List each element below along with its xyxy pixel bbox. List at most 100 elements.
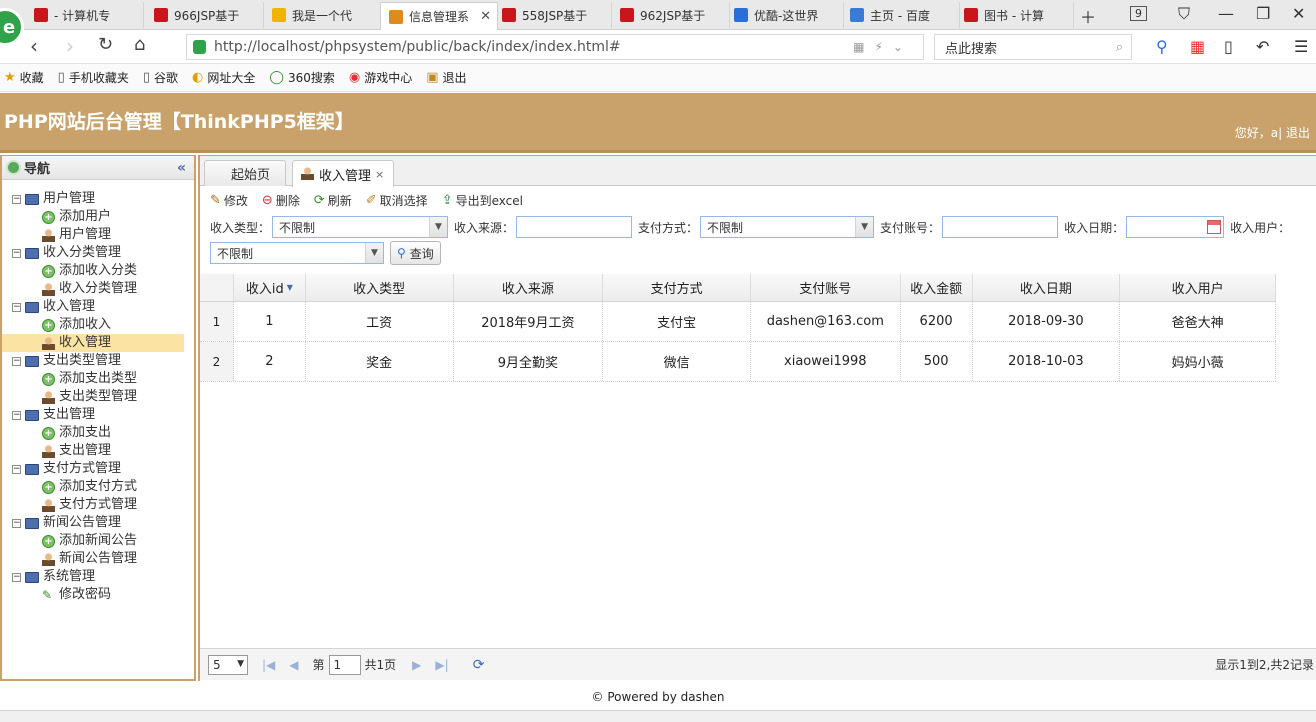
bookmark-item[interactable]: ▣ 退出 <box>426 69 466 86</box>
refresh-button[interactable]: ⟳ 刷新 <box>314 192 352 209</box>
browser-tab[interactable]: 我是一个代 <box>264 2 382 28</box>
tab-home[interactable]: 起始页 <box>204 160 286 186</box>
income-type-select[interactable]: 不限制 ▼ <box>272 216 449 238</box>
table-row[interactable]: 2 2 奖金 9月全勤奖 微信 xiaowei1998 500 2018-10-03 妈妈小薇 <box>200 342 1276 382</box>
income-date-input[interactable] <box>1126 216 1225 238</box>
income-source-input[interactable] <box>516 216 633 238</box>
tree-toggle-icon[interactable]: − <box>12 356 21 366</box>
column-header[interactable]: 收入类型 <box>306 274 454 301</box>
delete-button[interactable]: ⊖ 删除 <box>262 192 300 209</box>
forward-icon[interactable]: › <box>66 34 74 58</box>
nav-group-2[interactable]: − 收入分类管理 <box>2 244 194 262</box>
browser-tab[interactable]: 主页 - 百度 <box>842 2 960 28</box>
tree-toggle-icon[interactable]: − <box>12 194 21 204</box>
search-icon[interactable]: ⌕ <box>1116 40 1123 55</box>
address-bar[interactable]: http://localhost/phpsystem/public/back/i… <box>186 34 924 60</box>
maximize-icon[interactable]: ❐ <box>1256 4 1270 23</box>
export-excel-button[interactable]: ⇪ 导出到excel <box>442 192 523 209</box>
address-bar-icons[interactable]: ▦⚡⌄ <box>853 40 913 54</box>
nav-item[interactable]: + 添加收入 <box>2 316 194 334</box>
browser-tab[interactable]: 962JSP基于 <box>612 2 730 28</box>
unselect-button[interactable]: ✐ 取消选择 <box>366 192 428 209</box>
tab-income-management[interactable]: 收入管理 × <box>292 160 394 187</box>
browser-tab[interactable]: 优酷-这世界 <box>726 2 844 28</box>
bookmark-item[interactable]: ◯ 360搜索 <box>269 69 334 86</box>
income-user-select[interactable]: 不限制 ▼ <box>210 242 384 264</box>
phone-icon[interactable]: ▯ <box>1224 37 1233 56</box>
tab-close-icon[interactable]: × <box>375 168 384 181</box>
last-page-icon[interactable]: ▶| <box>435 658 448 672</box>
nav-group-4[interactable]: − 支出类型管理 <box>2 352 194 370</box>
home-icon[interactable]: ⌂ <box>134 34 145 55</box>
nav-item[interactable]: 收入管理 <box>2 334 184 352</box>
bookmark-item[interactable]: ★ 收藏 <box>4 69 44 86</box>
tab-close-icon[interactable]: ✕ <box>480 9 491 24</box>
first-page-icon[interactable]: |◀ <box>262 658 275 672</box>
nav-item[interactable]: + 添加支付方式 <box>2 478 194 496</box>
nav-group-6[interactable]: − 支付方式管理 <box>2 460 194 478</box>
bookmark-item[interactable]: ◐ 网址大全 <box>192 69 255 86</box>
nav-group-1[interactable]: − 用户管理 <box>2 190 194 208</box>
minimize-icon[interactable]: — <box>1218 4 1234 23</box>
column-header[interactable]: 收入用户 <box>1120 274 1276 301</box>
page-number-input[interactable]: 1 <box>328 654 361 675</box>
chevron-down-icon[interactable]: ▼ <box>429 217 448 237</box>
nav-group-8[interactable]: − 系统管理 <box>2 568 194 586</box>
column-header[interactable]: 收入id ▼ <box>234 274 306 301</box>
tree-toggle-icon[interactable]: − <box>12 464 21 474</box>
next-page-icon[interactable]: ▶ <box>412 658 421 672</box>
pager-refresh-icon[interactable]: ⟳ <box>473 657 485 673</box>
apps-icon[interactable]: ▦ <box>1190 37 1205 56</box>
query-button[interactable]: ⚲ 查询 <box>390 241 441 265</box>
chevron-down-icon[interactable]: ▼ <box>365 243 383 263</box>
close-window-icon[interactable]: ✕ <box>1292 4 1305 23</box>
pay-method-select[interactable]: 不限制 ▼ <box>700 216 875 238</box>
nav-group-5[interactable]: − 支出管理 <box>2 406 194 424</box>
browser-tab[interactable]: - 计算机专 <box>26 2 144 28</box>
bookmark-item[interactable]: ◉ 游戏中心 <box>349 69 412 86</box>
column-header[interactable]: 收入金额 <box>901 274 973 301</box>
column-header[interactable]: 支付账号 <box>751 274 901 301</box>
column-header[interactable]: 收入来源 <box>454 274 604 301</box>
table-row[interactable]: 1 1 工资 2018年9月工资 支付宝 dashen@163.com 6200 2018-0… <box>200 302 1276 342</box>
nav-item[interactable]: + 添加新闻公告 <box>2 532 194 550</box>
pay-account-input[interactable] <box>942 216 1059 238</box>
magnifier-icon[interactable]: ⚲ <box>1156 37 1168 56</box>
logout-link[interactable]: 退出 <box>1286 126 1310 140</box>
menu-icon[interactable]: ☰ <box>1294 37 1308 56</box>
nav-item[interactable]: 支付方式管理 <box>2 496 194 514</box>
nav-item[interactable]: 支出管理 <box>2 442 194 460</box>
calendar-icon[interactable] <box>1207 220 1222 234</box>
nav-item[interactable]: 新闻公告管理 <box>2 550 194 568</box>
bookmark-item[interactable]: ▯ 谷歌 <box>143 69 178 86</box>
nav-item[interactable]: + 添加用户 <box>2 208 194 226</box>
nav-item[interactable]: 用户管理 <box>2 226 194 244</box>
bookmark-item[interactable]: ▯ 手机收藏夹 <box>58 69 129 86</box>
nav-group-3[interactable]: − 收入管理 <box>2 298 194 316</box>
reload-icon[interactable]: ↻ <box>98 34 113 55</box>
nav-item[interactable]: + 添加支出类型 <box>2 370 194 388</box>
tree-toggle-icon[interactable]: − <box>12 248 21 258</box>
nav-item[interactable]: 支出类型管理 <box>2 388 194 406</box>
edit-button[interactable]: ✎ 修改 <box>210 192 248 209</box>
prev-page-icon[interactable]: ◀ <box>289 658 298 672</box>
nav-group-7[interactable]: − 新闻公告管理 <box>2 514 194 532</box>
back-icon[interactable]: ‹ <box>30 34 38 58</box>
browser-tab[interactable]: 966JSP基于 <box>146 2 264 28</box>
browser-tab[interactable]: 图书 - 计算 <box>956 2 1074 28</box>
browser-tab[interactable]: 558JSP基于 <box>494 2 612 28</box>
tree-toggle-icon[interactable]: − <box>12 518 21 528</box>
tree-toggle-icon[interactable]: − <box>12 572 21 582</box>
undo-icon[interactable]: ↶ <box>1256 37 1269 56</box>
column-header[interactable]: 支付方式 <box>603 274 751 301</box>
search-input[interactable]: 点此搜索 ⌕ <box>934 34 1132 60</box>
nav-item[interactable]: 收入分类管理 <box>2 280 194 298</box>
tree-toggle-icon[interactable]: − <box>12 410 21 420</box>
tree-toggle-icon[interactable]: − <box>12 302 21 312</box>
nav-item[interactable]: + 添加支出 <box>2 424 194 442</box>
chevron-down-icon[interactable]: ▼ <box>855 217 874 237</box>
column-header[interactable]: 收入日期 <box>973 274 1121 301</box>
collapse-icon[interactable]: « <box>177 160 186 176</box>
browser-tab[interactable]: 信息管理系 ✕ <box>380 2 498 30</box>
nav-item[interactable]: ✎ 修改密码 <box>2 586 194 604</box>
